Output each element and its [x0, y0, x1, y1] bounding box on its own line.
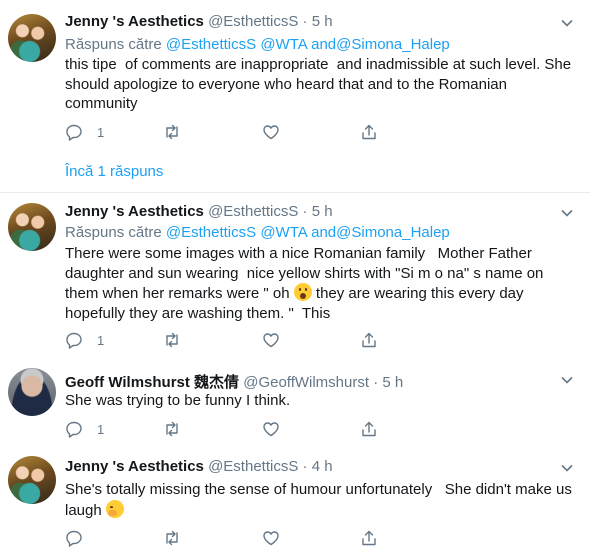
reply-count: 1 [97, 124, 105, 140]
chevron-down-icon[interactable] [560, 206, 574, 220]
retweet-button[interactable] [163, 330, 195, 350]
share-button[interactable] [360, 330, 378, 350]
show-more-replies-link[interactable]: Încă 1 răspuns [65, 163, 163, 180]
tweet-actions: 1 [65, 330, 405, 350]
face-with-hand-over-mouth-icon [105, 499, 124, 518]
mention-link[interactable]: @Simona_Halep [336, 224, 450, 241]
separator-dot: · [302, 203, 308, 220]
avatar[interactable] [8, 368, 56, 416]
tweet-header: Geoff Wilmshurst 魏杰倩 @GeoffWilmshurst · … [65, 371, 403, 392]
retweet-button[interactable] [163, 122, 195, 142]
tweet-header: Jenny 's Aesthetics @EsthetticsS · 5 h [65, 203, 333, 220]
share-button[interactable] [360, 419, 378, 439]
reply-icon [66, 124, 82, 141]
reply-button[interactable]: 1 [65, 419, 104, 439]
astonished-face-icon [293, 283, 312, 301]
author-handle[interactable]: @EsthetticsS [208, 203, 298, 220]
heart-icon [263, 333, 279, 348]
chevron-down-icon[interactable] [560, 16, 574, 30]
replying-to: Răspuns către @EsthetticsS @WTA and@Simo… [65, 224, 450, 241]
retweet-icon [166, 530, 178, 546]
author-handle[interactable]: @EsthetticsS [208, 13, 298, 30]
mention-link[interactable]: @WTA [260, 36, 307, 53]
tweet-actions: 1 [65, 122, 405, 142]
chevron-down-icon[interactable] [560, 461, 574, 475]
retweet-icon [166, 421, 178, 437]
avatar[interactable] [8, 203, 56, 251]
reply-button[interactable]: 1 [65, 122, 104, 142]
author-name[interactable]: Jenny 's Aesthetics [65, 458, 204, 475]
reply-count: 1 [97, 421, 105, 437]
share-icon [362, 421, 376, 437]
share-button[interactable] [360, 122, 378, 142]
reply-icon [66, 530, 82, 547]
author-handle[interactable]: @GeoffWilmshurst [243, 374, 369, 391]
reply-button[interactable] [65, 528, 97, 548]
divider [0, 192, 590, 193]
tweet-actions [65, 528, 405, 548]
reply-button[interactable]: 1 [65, 330, 104, 350]
avatar[interactable] [8, 456, 56, 504]
separator-dot: · [302, 458, 308, 475]
separator-dot: · [373, 374, 379, 391]
retweet-button[interactable] [163, 419, 195, 439]
like-button[interactable] [262, 528, 294, 548]
author-handle[interactable]: @EsthetticsS [208, 458, 298, 475]
reply-count: 1 [97, 332, 105, 348]
tweet-text: this tipe of comments are inappropriate … [65, 56, 576, 112]
heart-icon [263, 125, 279, 140]
reply-prefix: Răspuns către [65, 36, 162, 53]
retweet-button[interactable] [163, 528, 195, 548]
share-icon [362, 332, 376, 348]
mention-link[interactable]: @EsthetticsS [166, 36, 256, 53]
share-icon [362, 124, 376, 140]
mention-link[interactable]: @EsthetticsS [166, 224, 256, 241]
mention-and: and [311, 36, 337, 53]
tweet-text: She's totally missing the sense of humou… [65, 480, 575, 520]
mention-and: and [311, 224, 337, 241]
heart-icon [263, 422, 279, 437]
tweet-header: Jenny 's Aesthetics @EsthetticsS · 4 h [65, 458, 333, 475]
heart-icon [263, 531, 279, 546]
tweet-actions: 1 [65, 419, 405, 439]
like-button[interactable] [262, 419, 294, 439]
tweet-text: She was trying to be funny I think. [65, 392, 291, 409]
author-name[interactable]: Geoff Wilmshurst 魏杰倩 [65, 374, 239, 391]
replying-to: Răspuns către @EsthetticsS @WTA and@Simo… [65, 36, 450, 53]
author-name[interactable]: Jenny 's Aesthetics [65, 13, 204, 30]
timestamp[interactable]: 5 h [312, 203, 333, 220]
avatar[interactable] [8, 14, 56, 62]
timestamp[interactable]: 4 h [312, 458, 333, 475]
chevron-down-icon[interactable] [560, 373, 574, 387]
share-button[interactable] [360, 528, 378, 548]
mention-link[interactable]: @Simona_Halep [336, 36, 450, 53]
retweet-icon [166, 332, 178, 348]
tweet-text: There were some images with a nice Roman… [65, 244, 575, 323]
reply-icon [66, 332, 82, 349]
share-icon [362, 530, 376, 546]
like-button[interactable] [262, 330, 294, 350]
author-name[interactable]: Jenny 's Aesthetics [65, 203, 204, 220]
tweet-text-part: She's totally missing the sense of humou… [65, 481, 577, 519]
mention-link[interactable]: @WTA [260, 224, 307, 241]
like-button[interactable] [262, 122, 294, 142]
timestamp[interactable]: 5 h [312, 13, 333, 30]
reply-icon [66, 421, 82, 438]
timestamp[interactable]: 5 h [382, 374, 403, 391]
separator-dot: · [302, 13, 308, 30]
reply-prefix: Răspuns către [65, 224, 162, 241]
tweet-header: Jenny 's Aesthetics @EsthetticsS · 5 h [65, 13, 333, 30]
retweet-icon [166, 124, 178, 140]
